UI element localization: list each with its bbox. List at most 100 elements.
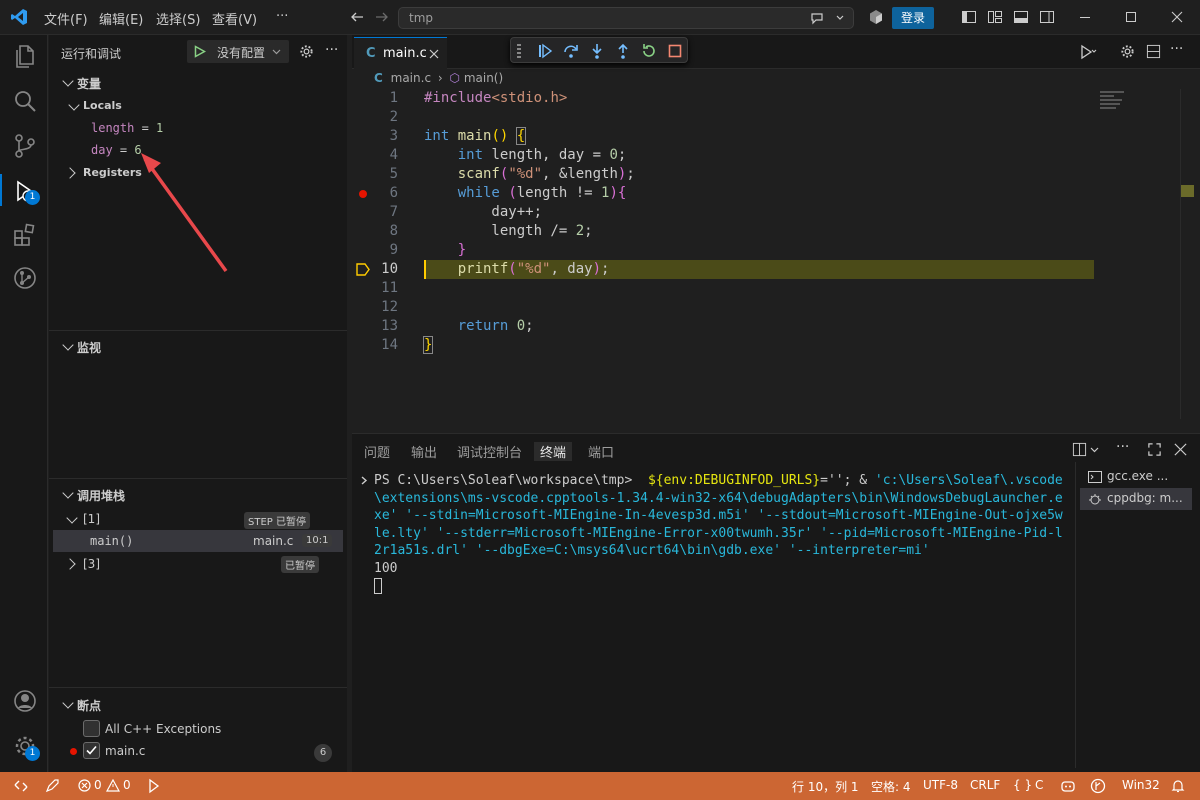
exceptions-checkbox[interactable] <box>83 720 100 737</box>
toggle-panel-icon[interactable] <box>1013 9 1029 25</box>
tab-terminal[interactable]: 终端 <box>534 442 573 461</box>
scrollbar-track[interactable] <box>1180 89 1181 419</box>
cursor-position[interactable]: 行 10，列 1 <box>792 778 859 795</box>
close-panel-icon[interactable] <box>1173 442 1188 457</box>
breadcrumb-file[interactable]: main.c <box>391 71 431 85</box>
chevron-down-icon[interactable] <box>62 697 74 709</box>
annotation-arrow <box>141 153 228 273</box>
rocket-icon[interactable] <box>44 778 60 794</box>
code-line: 5 scanf("%d", &length); <box>352 165 1200 184</box>
step-out-icon[interactable] <box>615 43 631 59</box>
notifications-bell-icon[interactable] <box>1170 778 1186 794</box>
maximize-window-icon[interactable] <box>1123 9 1139 25</box>
chevron-down-icon[interactable] <box>68 99 80 111</box>
chevron-down-icon[interactable] <box>835 13 845 23</box>
tab-output[interactable]: 输出 <box>411 442 437 461</box>
split-terminal-icon[interactable] <box>1072 442 1087 457</box>
start-debugging-icon[interactable] <box>194 45 206 58</box>
terminal-env-var: ${env:DEBUGINFOD_URLS} <box>647 473 821 488</box>
stop-icon[interactable] <box>667 43 683 59</box>
minimize-window-icon[interactable] <box>1077 9 1093 25</box>
forward-arrow-icon[interactable] <box>374 9 390 25</box>
main-c-checkbox[interactable] <box>83 742 100 759</box>
code-line: 10 printf("%d", day); <box>352 260 1200 279</box>
terminal-list-item[interactable]: cppdbg: m... <box>1080 488 1192 510</box>
step-into-icon[interactable] <box>589 43 605 59</box>
git-graph-status-icon[interactable] <box>1090 778 1106 794</box>
tab-problems[interactable]: 问题 <box>364 442 390 461</box>
settings-gear-icon[interactable] <box>1120 44 1135 59</box>
language-mode[interactable]: C <box>1035 778 1043 792</box>
encoding[interactable]: UTF-8 <box>923 778 958 792</box>
error-count[interactable]: 0 <box>94 778 102 792</box>
git-graph-icon[interactable] <box>12 265 38 291</box>
line-number: 7 <box>389 204 398 220</box>
tab-debug-console[interactable]: 调试控制台 <box>457 442 522 461</box>
chevron-down-icon[interactable] <box>62 75 74 87</box>
more-actions-icon[interactable]: ··· <box>1116 439 1129 455</box>
account-cube-icon[interactable] <box>868 9 884 25</box>
command-center-search[interactable]: tmp <box>398 7 854 29</box>
menu-more[interactable]: ··· <box>276 9 288 24</box>
platform[interactable]: Win32 <box>1122 778 1160 792</box>
end-of-line[interactable]: CRLF <box>970 778 1000 792</box>
thread-1[interactable]: [1] <box>83 512 100 526</box>
continue-icon[interactable] <box>537 43 553 59</box>
debug-launch-icon[interactable] <box>146 778 162 794</box>
warning-count[interactable]: 0 <box>123 778 131 792</box>
copilot-icon[interactable] <box>1060 778 1076 794</box>
more-actions-icon[interactable]: ··· <box>1170 41 1183 57</box>
login-button[interactable]: 登录 <box>892 7 934 29</box>
explorer-icon[interactable] <box>12 43 38 69</box>
variable-length[interactable]: length = 1 <box>91 121 163 135</box>
locals-scope[interactable]: Locals <box>83 99 122 112</box>
terminal-list-item[interactable]: gcc.exe ... <box>1080 466 1192 488</box>
close-window-icon[interactable] <box>1169 9 1185 25</box>
chevron-down-icon[interactable] <box>62 487 74 499</box>
chevron-down-icon[interactable] <box>62 339 74 351</box>
toggle-secondary-sidebar-icon[interactable] <box>1039 9 1055 25</box>
restart-icon[interactable] <box>641 43 657 59</box>
chevron-down-icon[interactable] <box>66 512 78 524</box>
error-icon[interactable] <box>78 779 91 792</box>
indentation[interactable]: 空格: 4 <box>871 778 911 795</box>
breadcrumb-symbol[interactable]: main() <box>464 71 503 85</box>
terminal-output[interactable]: PS C:\Users\Soleaf\workspace\tmp> ${env:… <box>374 472 1064 595</box>
run-debug-file-icon[interactable] <box>1079 44 1097 60</box>
more-actions-icon[interactable]: ··· <box>325 42 338 58</box>
search-icon[interactable] <box>12 88 38 114</box>
warning-icon[interactable] <box>106 779 120 792</box>
drag-handle-icon[interactable] <box>517 44 521 58</box>
menu-edit[interactable]: 编辑(E) <box>99 9 143 28</box>
breakpoints-section-title[interactable]: 断点 <box>77 697 101 714</box>
close-tab-icon[interactable] <box>429 49 439 59</box>
minimap[interactable] <box>1100 89 1160 119</box>
menu-file[interactable]: 文件(F) <box>44 9 88 28</box>
chevron-right-icon[interactable] <box>64 167 76 179</box>
split-editor-icon[interactable] <box>1146 44 1161 59</box>
step-over-icon[interactable] <box>563 43 579 59</box>
menu-selection[interactable]: 选择(S) <box>156 9 200 28</box>
tab-ports[interactable]: 端口 <box>588 442 614 461</box>
maximize-panel-icon[interactable] <box>1147 442 1162 457</box>
breakpoint-label: All C++ Exceptions <box>105 722 222 736</box>
chevron-down-icon[interactable] <box>1090 446 1099 454</box>
source-control-icon[interactable] <box>12 133 38 159</box>
copilot-chat-icon[interactable] <box>809 10 825 26</box>
open-launch-json-gear-icon[interactable] <box>299 44 314 59</box>
chevron-right-icon[interactable] <box>64 558 76 570</box>
menu-view[interactable]: 查看(V) <box>212 9 257 28</box>
toggle-primary-sidebar-icon[interactable] <box>961 9 977 25</box>
customize-layout-icon[interactable] <box>987 9 1003 25</box>
tab-main-c[interactable]: C main.c <box>354 37 447 69</box>
watch-section-title[interactable]: 监视 <box>77 339 101 356</box>
thread-3[interactable]: [3] <box>83 557 100 571</box>
extensions-icon[interactable] <box>12 222 38 248</box>
debug-config-select[interactable]: 没有配置 <box>187 40 289 63</box>
remote-icon[interactable] <box>14 779 28 793</box>
back-arrow-icon[interactable] <box>349 9 365 25</box>
variables-section-title[interactable]: 变量 <box>77 75 101 92</box>
stack-frame-main[interactable]: main() main.c 10:1 <box>53 530 343 552</box>
callstack-section-title[interactable]: 调用堆栈 <box>77 487 125 504</box>
accounts-icon[interactable] <box>12 688 38 714</box>
